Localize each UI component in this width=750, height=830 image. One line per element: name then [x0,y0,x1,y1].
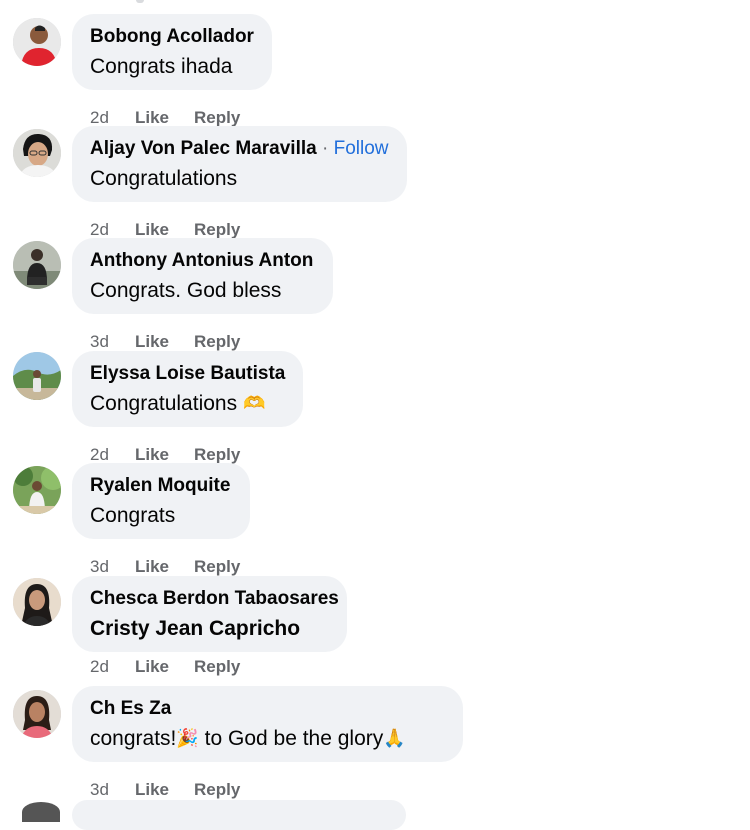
comment-time[interactable]: 2d [90,220,109,239]
comment-bubble [72,800,406,830]
avatar[interactable] [13,578,61,626]
comment-time[interactable]: 2d [90,108,109,127]
previous-comment-edge [136,0,144,3]
comment-bubble: Chesca Berdon Tabaosares Cristy Jean Cap… [72,576,347,652]
reply-button[interactable]: Reply [194,108,240,128]
comment-text: congrats!🎉 to God be the glory🙏 [90,727,406,751]
comment-actions: 2d Like Reply [90,445,240,465]
comment-item: Ryalen Moquite Congrats 3d Like Reply [0,463,750,576]
comment-text-part: to God be the glory [198,727,384,750]
comment-text: Congratulations 🫶 [90,392,265,416]
comment-actions: 3d Like Reply [90,332,240,352]
comment-time[interactable]: 3d [90,557,109,576]
avatar[interactable] [13,466,61,514]
comment-actions: 2d Like Reply [90,220,240,240]
comment-item: Aljay Von Palec Maravilla · Follow Congr… [0,126,750,239]
comment-author-name[interactable]: Aljay Von Palec Maravilla [90,138,317,159]
like-button[interactable]: Like [135,557,169,577]
reply-button[interactable]: Reply [194,332,240,352]
like-button[interactable]: Like [135,220,169,240]
comment-text: Congratulations [90,167,238,190]
comment-text: Congrats [90,504,176,527]
comment-bubble: Elyssa Loise Bautista Congratulations 🫶 [72,351,303,427]
reply-button[interactable]: Reply [194,220,240,240]
comment-author: Aljay Von Palec Maravilla · Follow [90,138,389,160]
comment-actions: 3d Like Reply [90,557,240,577]
avatar-image [13,129,61,177]
comment-item: Anthony Antonius Anton Congrats. God ble… [0,238,750,351]
comment-bubble: Bobong Acollador Congrats ihada [72,14,272,90]
separator-dot: · [316,138,334,159]
comment-author[interactable]: Ch Es Za [90,698,171,720]
mentioned-user-link[interactable]: Cristy Jean Capricho [90,617,300,641]
reply-button[interactable]: Reply [194,445,240,465]
reply-button[interactable]: Reply [194,557,240,577]
comment-item: Chesca Berdon Tabaosares Cristy Jean Cap… [0,576,750,686]
avatar[interactable] [13,129,61,177]
avatar-image [13,352,61,400]
comment-author[interactable]: Chesca Berdon Tabaosares [90,588,339,610]
avatar[interactable] [13,352,61,400]
avatar-image [13,18,61,66]
like-button[interactable]: Like [135,332,169,352]
comment-author[interactable]: Elyssa Loise Bautista [90,363,285,385]
comment-author[interactable]: Anthony Antonius Anton [90,250,313,272]
comment-text: Congrats ihada [90,55,233,78]
comment-actions: 3d Like Reply [90,780,240,800]
follow-button[interactable]: Follow [334,138,389,159]
comment-bubble: Ch Es Za congrats!🎉 to God be the glory🙏 [72,686,463,762]
comment-author[interactable]: Ryalen Moquite [90,475,230,497]
folded-hands-emoji-icon: 🙏 [383,728,406,748]
reply-button[interactable]: Reply [194,780,240,800]
comment-text: Congrats. God bless [90,279,282,302]
comment-text-content: Congratulations [90,392,238,415]
like-button[interactable]: Like [135,445,169,465]
comment-actions: 2d Like Reply [90,657,240,677]
comment-actions: 2d Like Reply [90,108,240,128]
comment-time[interactable]: 3d [90,780,109,799]
comment-bubble: Anthony Antonius Anton Congrats. God ble… [72,238,333,314]
avatar[interactable] [22,802,60,822]
comment-time[interactable]: 2d [90,445,109,464]
comment-author[interactable]: Bobong Acollador [90,26,254,48]
comment-bubble: Aljay Von Palec Maravilla · Follow Congr… [72,126,407,202]
avatar-image [13,578,61,626]
reply-button[interactable]: Reply [194,657,240,677]
like-button[interactable]: Like [135,657,169,677]
avatar-image [13,241,61,289]
avatar[interactable] [13,18,61,66]
comment-item: Elyssa Loise Bautista Congratulations 🫶 … [0,351,750,464]
comment-text-part: congrats! [90,727,177,750]
like-button[interactable]: Like [135,780,169,800]
avatar[interactable] [13,690,61,738]
comment-time[interactable]: 3d [90,332,109,351]
comment-time[interactable]: 2d [90,657,109,676]
comment-item: Ch Es Za congrats!🎉 to God be the glory🙏… [0,686,750,799]
comment-bubble: Ryalen Moquite Congrats [72,463,250,539]
party-popper-emoji-icon: 🎉 [176,728,199,748]
avatar-image [13,466,61,514]
avatar-image [13,690,61,738]
like-button[interactable]: Like [135,108,169,128]
comment-item: Bobong Acollador Congrats ihada 2d Like … [0,14,750,127]
heart-hands-emoji-icon: 🫶 [242,393,266,413]
avatar[interactable] [13,241,61,289]
